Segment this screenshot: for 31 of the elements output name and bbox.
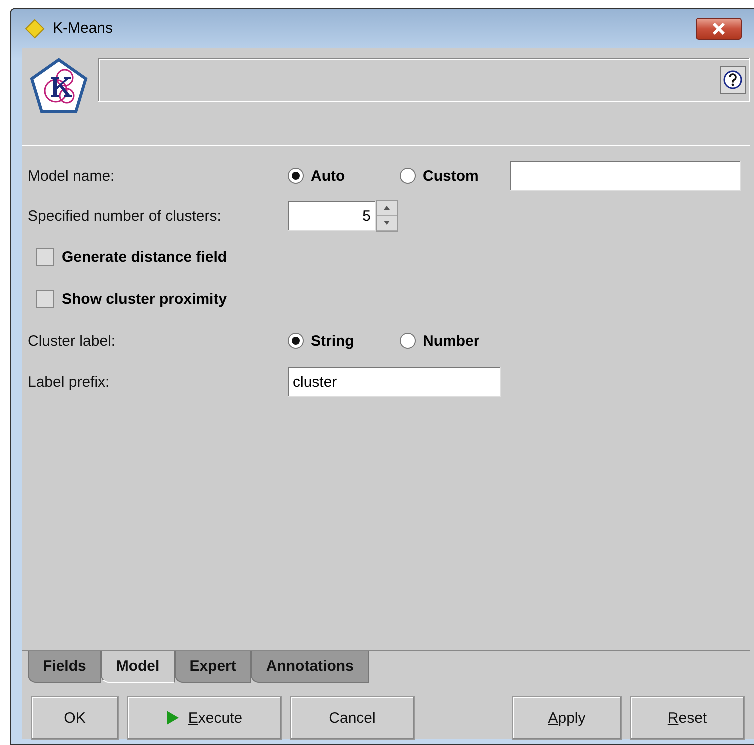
close-icon — [712, 22, 726, 34]
radio-option[interactable]: Number — [400, 332, 510, 350]
radio-option[interactable]: Custom — [400, 168, 510, 184]
tab[interactable]: Fields — [28, 651, 102, 683]
field-label: Specified number of clusters: — [28, 208, 222, 224]
dialog-button[interactable]: OK — [32, 697, 118, 739]
up-arrow-icon — [384, 206, 390, 210]
field-label: Model name: — [28, 168, 116, 184]
checkbox[interactable]: Generate distance field — [36, 248, 228, 266]
diamond-icon — [25, 18, 45, 38]
dialog-button[interactable]: Cancel — [291, 697, 414, 739]
field-label: Cluster label: — [28, 332, 117, 350]
dialog-button[interactable]: Reset — [631, 697, 744, 739]
tab[interactable]: Annotations — [251, 651, 369, 683]
k-means-logo-icon — [30, 58, 88, 114]
dialog-button[interactable]: Apply — [513, 697, 621, 739]
radio-option[interactable]: Auto — [288, 168, 400, 184]
close-button[interactable] — [696, 18, 742, 40]
down-arrow-icon — [384, 221, 390, 225]
prefix-field[interactable]: cluster — [288, 367, 501, 397]
tab[interactable]: Model — [101, 651, 175, 683]
field-label: Label prefix: — [28, 374, 111, 390]
checkbox[interactable]: Show cluster proximity — [36, 290, 228, 308]
number-field[interactable]: 5 — [288, 201, 376, 231]
play-icon — [166, 710, 180, 726]
tab[interactable]: Expert — [174, 651, 252, 683]
radio-option[interactable]: String — [288, 332, 400, 350]
window-title: K-Means — [53, 20, 114, 37]
help-button[interactable] — [720, 66, 746, 94]
custom-name-field[interactable] — [510, 161, 741, 191]
dialog-button[interactable]: Execute — [128, 697, 281, 739]
